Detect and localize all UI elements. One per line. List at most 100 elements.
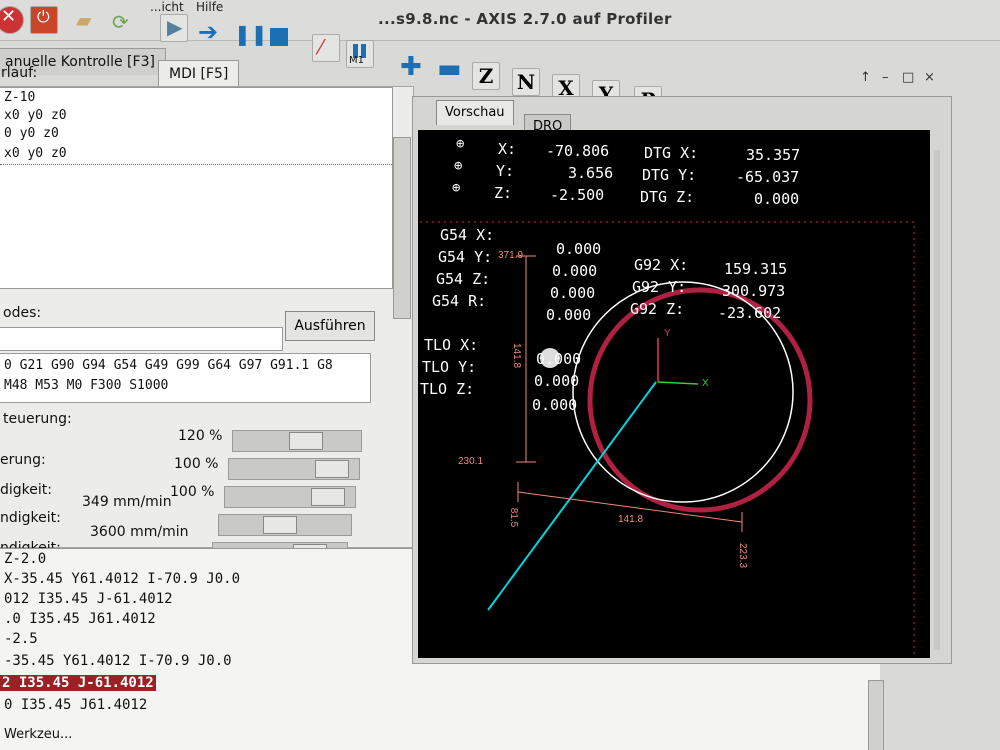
history-item[interactable]: Z-10 [4,90,35,105]
view-z2-icon[interactable]: N [512,68,540,96]
override-label: digkeit: [0,482,52,498]
dim-x-right: 223.3 [737,542,749,569]
max-speed-value: 3600 mm/min [90,524,189,540]
g54-y-value: 0.000 [552,262,598,280]
active-gcodes: 0 G21 G90 G94 G54 G49 G99 G64 G97 G91.1 … [4,358,333,373]
max-velocity-value: 100 % [170,484,215,500]
dim-y-bottom: 230.1 [458,456,484,467]
minimize-icon[interactable]: – [882,70,889,85]
g54-z-label: G54 Z: [436,270,491,288]
mdi-command-label: odes: [3,305,42,321]
g92-z-label: G92 Z: [630,300,685,318]
optional-stop-icon[interactable]: M1 [346,40,374,68]
tlo-y-value: 0.000 [534,372,580,390]
overrides-heading: teuerung: [3,411,72,427]
pause-icon[interactable]: ❚❚ [234,22,268,48]
crosshair-icon: ⊕ [456,136,465,152]
g92-z-value: -23.602 [718,304,782,322]
block-delete-icon[interactable]: ⁄ [312,34,340,62]
run-mdi-button[interactable]: Ausführen [285,311,375,341]
gcode-line[interactable]: -2.5 [4,631,38,647]
open-folder-icon[interactable]: ▰ [76,8,102,34]
history-item[interactable]: 0 y0 z0 [4,126,59,141]
tlo-z-value: 0.000 [532,396,578,414]
close-icon[interactable]: × [924,70,935,85]
crosshair-icon: ⊕ [452,180,461,196]
dim-y-top: 371.9 [498,250,524,261]
dim-x-left: 81.5 [508,507,520,528]
gcode-line-current[interactable]: 2 I35.45 J-61.4012 [0,675,156,691]
override-label: ndigkeit: [0,510,61,526]
active-codes-box: 0 G21 G90 G94 G54 G49 G99 G64 G97 G91.1 … [0,353,371,403]
tlo-z-label: TLO Z: [420,380,475,398]
g92-y-label: G92 Y: [632,278,687,296]
history-label: rlauf: [1,65,38,81]
divider [0,164,392,165]
gcode-line[interactable]: .0 I35.45 J61.4012 [4,611,156,627]
zoom-out-icon[interactable]: ▬ [437,54,462,84]
g92-y-value: 300.973 [722,282,786,300]
gcode-line[interactable]: X-35.45 Y61.4012 I-70.9 J0.0 [4,571,240,587]
m1-label: M1 [349,55,364,66]
dtg-z-value: 0.000 [754,190,800,208]
history-item[interactable]: x0 y0 z0 [4,108,67,123]
g54-x-label: G54 X: [440,226,495,244]
dim-x-width: 141.8 [618,514,644,525]
active-mcodes: M48 M53 M0 F300 S1000 [4,378,169,393]
history-item[interactable]: x0 y0 z0 [4,146,67,161]
step-icon[interactable]: ➔ [198,18,224,46]
maximize-icon[interactable]: □ [902,70,914,85]
gcode-line[interactable]: Z-2.0 [4,551,46,567]
preview-canvas[interactable]: Y X 371.9 141.8 230.1 81.5 141.8 223.3 ⊕… [418,130,930,658]
reload-icon[interactable]: ⟳ [112,10,138,36]
dim-y-height: 141.8 [511,342,523,369]
history-scrollbar[interactable] [393,137,411,319]
zoom-in-icon[interactable]: ✚ [400,52,422,82]
tlo-x-value: 0.000 [536,350,582,368]
axis-window: ...icht Hilfe ...s9.8.nc - AXIS 2.7.0 au… [0,0,1000,750]
override-slider[interactable] [228,458,360,480]
preview-scrollbar[interactable] [934,150,940,650]
g92-x-value: 159.315 [724,260,788,278]
dtg-x-value: 35.357 [746,146,801,164]
minimize-up-icon[interactable]: ↑ [860,70,871,85]
pos-y-label: Y: [496,162,515,180]
override-slider[interactable] [224,486,356,508]
gcode-line[interactable]: -35.45 Y61.4012 I-70.9 J0.0 [4,653,232,669]
menu-help[interactable]: Hilfe [196,0,223,14]
g54-y-label: G54 Y: [438,248,493,266]
axis-x-label: X [702,378,709,389]
tool-status: Werkzeu... [4,727,73,742]
stop-icon[interactable] [268,24,294,50]
gcode-line[interactable]: 0 I35.45 J61.4012 [4,697,147,713]
dtg-y-value: -65.037 [736,168,800,186]
x-axis-indicator [657,381,699,385]
window-title: ...s9.8.nc - AXIS 2.7.0 auf Profiler [378,10,672,28]
tab-preview[interactable]: Vorschau [436,100,514,125]
axis-y-label: Y [664,328,671,339]
mdi-command-input[interactable] [0,327,283,351]
gcode-scrollbar[interactable] [868,680,884,750]
menu-view[interactable]: ...icht [150,0,184,14]
crosshair-icon: ⊕ [454,158,463,174]
g54-r-label: G54 R: [432,292,487,310]
jog-speed-value: 349 mm/min [82,494,172,510]
title-bar: ...icht Hilfe ...s9.8.nc - AXIS 2.7.0 au… [0,0,1000,41]
pos-x-label: X: [498,140,517,158]
power-icon[interactable]: ⏻ [30,6,58,34]
toolpath-plot [418,221,915,658]
override-slider[interactable] [218,514,352,536]
run-icon[interactable]: ▶ [160,14,188,42]
g54-x-value: 0.000 [556,240,602,258]
tab-mdi[interactable]: MDI [F5] [158,60,240,87]
pos-z-value: -2.500 [550,186,605,204]
dtg-x-label: DTG X: [644,144,699,162]
view-z-icon[interactable]: Z [472,62,500,90]
history-list[interactable]: Z-10 x0 y0 z0 0 y0 z0 x0 y0 z0 [0,87,393,289]
override-slider[interactable] [232,430,362,452]
pos-z-label: Z: [494,184,513,202]
tlo-x-label: TLO X: [424,336,479,354]
gcode-line[interactable]: 012 I35.45 J-61.4012 [4,591,173,607]
completed-path [587,287,813,513]
g54-z-value: 0.000 [550,284,596,302]
